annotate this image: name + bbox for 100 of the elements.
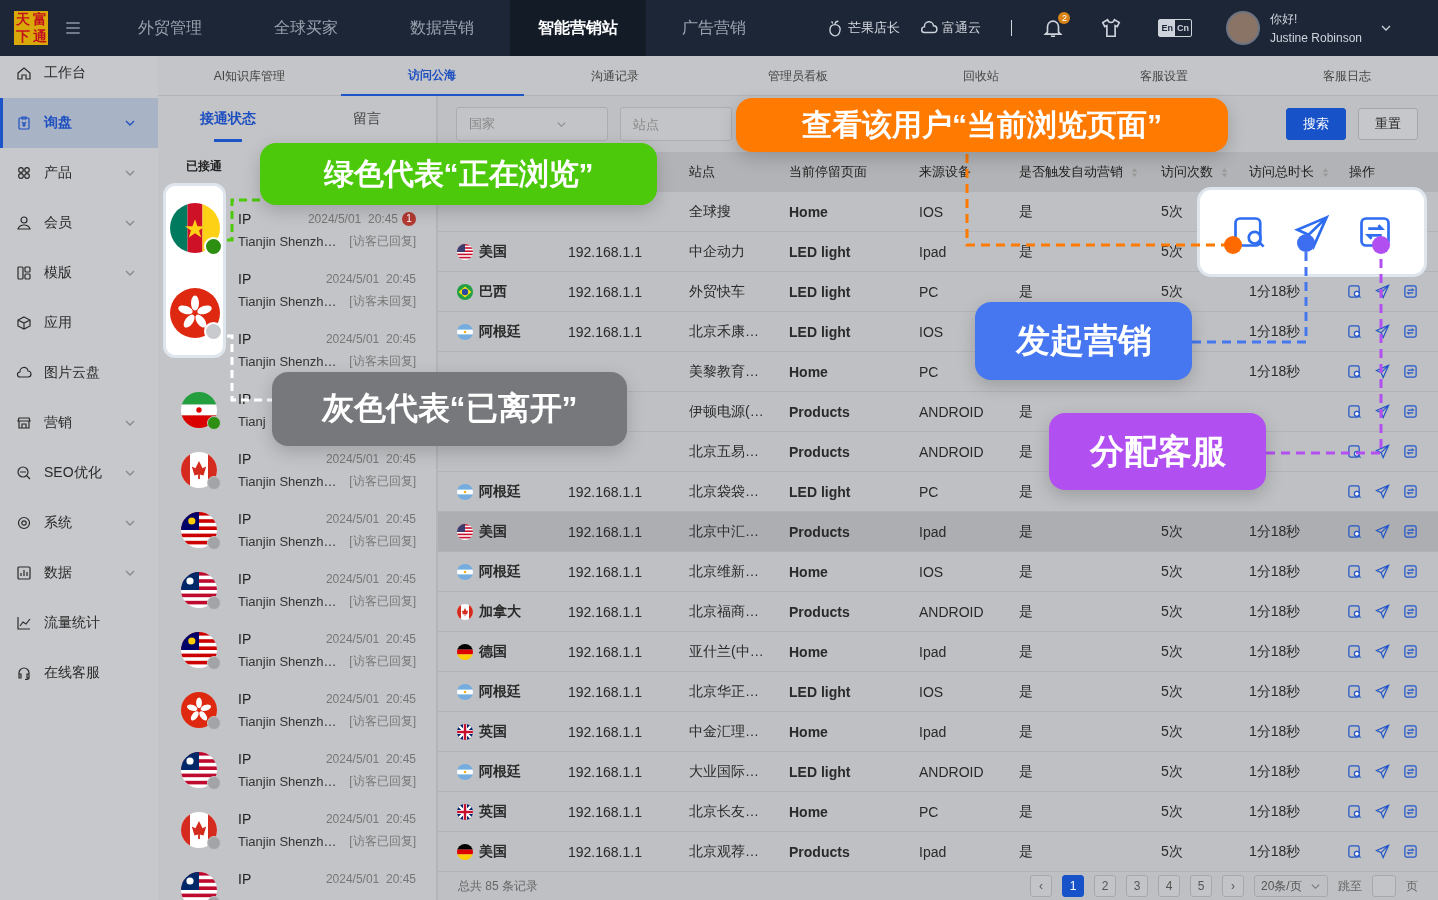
- search-icon[interactable]: [1347, 724, 1362, 739]
- transfer-icon[interactable]: [1403, 764, 1418, 779]
- paper-plane-icon[interactable]: [1375, 564, 1390, 579]
- sidebar-item[interactable]: 图片云盘: [0, 348, 158, 398]
- search-icon[interactable]: [1347, 284, 1362, 299]
- status-tab[interactable]: 接通状态: [158, 96, 297, 142]
- transfer-icon[interactable]: [1403, 604, 1418, 619]
- cloud-link[interactable]: 富通云: [920, 19, 982, 37]
- nav-tab[interactable]: 智能营销站: [510, 0, 646, 56]
- menu-icon[interactable]: [64, 19, 82, 37]
- search-icon[interactable]: [1347, 524, 1362, 539]
- sidebar-item[interactable]: 应用: [0, 298, 158, 348]
- paper-plane-icon[interactable]: [1375, 724, 1390, 739]
- paper-plane-icon[interactable]: [1375, 764, 1390, 779]
- table-row[interactable]: 美国 192.168.1.1 北京中汇… Products Ipad 是 5次 1分18秒: [438, 512, 1438, 552]
- paper-plane-icon[interactable]: [1375, 524, 1390, 539]
- transfer-icon[interactable]: [1403, 684, 1418, 699]
- nav-tab[interactable]: 数据营销: [374, 0, 510, 56]
- sidebar-item[interactable]: 数据: [0, 548, 158, 598]
- search-icon[interactable]: [1347, 564, 1362, 579]
- search-icon[interactable]: [1347, 844, 1362, 859]
- search-button[interactable]: 搜索: [1286, 108, 1346, 140]
- transfer-icon[interactable]: [1403, 324, 1418, 339]
- transfer-icon[interactable]: [1403, 284, 1418, 299]
- language-option[interactable]: En: [1159, 20, 1175, 36]
- transfer-icon[interactable]: [1403, 564, 1418, 579]
- paper-plane-icon[interactable]: [1375, 484, 1390, 499]
- reset-button[interactable]: 重置: [1358, 108, 1418, 140]
- table-row[interactable]: 英国 192.168.1.1 中金汇理… Home Ipad 是 5次 1分18秒: [438, 712, 1438, 752]
- next-page-button[interactable]: ›: [1222, 875, 1244, 897]
- page-button[interactable]: 1: [1062, 875, 1084, 897]
- user-icon: [16, 215, 32, 231]
- nav-tab[interactable]: 全球买家: [238, 0, 374, 56]
- page-button[interactable]: 5: [1190, 875, 1212, 897]
- sidebar-item[interactable]: 流量统计: [0, 598, 158, 648]
- table-row[interactable]: 阿根廷 192.168.1.1 北京华正… LED light IOS 是 5次 1分18秒: [438, 672, 1438, 712]
- nav-tab[interactable]: 外贸管理: [102, 0, 238, 56]
- bell-icon[interactable]: [1042, 17, 1065, 39]
- paper-plane-icon[interactable]: [1375, 804, 1390, 819]
- shirt-icon[interactable]: [1100, 17, 1123, 39]
- page-button[interactable]: 2: [1094, 875, 1116, 897]
- sidebar-item[interactable]: SEO优化: [0, 448, 158, 498]
- table-row[interactable]: 美国 192.168.1.1 北京观荐… Products Ipad 是 5次 1分18秒: [438, 832, 1438, 872]
- table-row[interactable]: 阿根廷 192.168.1.1 大业国际… LED light ANDROID 是 5次 1分18秒: [438, 752, 1438, 792]
- transfer-icon[interactable]: [1403, 804, 1418, 819]
- search-icon[interactable]: [1347, 404, 1362, 419]
- table-row[interactable]: 阿根廷 192.168.1.1 北京维新… Home IOS 是 5次 1分18秒: [438, 552, 1438, 592]
- sub-tab[interactable]: 管理员看板: [706, 56, 890, 96]
- transfer-icon[interactable]: [1403, 404, 1418, 419]
- sidebar-item[interactable]: 会员: [0, 198, 158, 248]
- paper-plane-icon[interactable]: [1375, 364, 1390, 379]
- paper-plane-icon[interactable]: [1375, 324, 1390, 339]
- search-icon[interactable]: [1347, 324, 1362, 339]
- sidebar-item[interactable]: 模版: [0, 248, 158, 298]
- search-icon[interactable]: [1347, 684, 1362, 699]
- language-option[interactable]: Cn: [1174, 20, 1191, 36]
- transfer-icon[interactable]: [1403, 844, 1418, 859]
- sub-tab[interactable]: 客服日志: [1255, 56, 1438, 96]
- transfer-icon[interactable]: [1403, 524, 1418, 539]
- sub-tab[interactable]: 沟通记录: [523, 56, 707, 96]
- search-icon[interactable]: [1347, 364, 1362, 379]
- page-button[interactable]: 4: [1158, 875, 1180, 897]
- nav-tab[interactable]: 广告营销: [646, 0, 782, 56]
- sidebar-item[interactable]: 工作台: [0, 56, 158, 90]
- search-icon[interactable]: [1347, 604, 1362, 619]
- search-icon[interactable]: [1347, 444, 1362, 459]
- paper-plane-icon[interactable]: [1375, 844, 1390, 859]
- search-icon[interactable]: [1347, 764, 1362, 779]
- paper-plane-icon[interactable]: [1375, 444, 1390, 459]
- table-row[interactable]: 德国 192.168.1.1 亚什兰(中… Home Ipad 是 5次 1分18秒: [438, 632, 1438, 672]
- transfer-icon[interactable]: [1403, 444, 1418, 459]
- paper-plane-icon[interactable]: [1375, 604, 1390, 619]
- sub-tab[interactable]: 回收站: [889, 56, 1073, 96]
- transfer-icon[interactable]: [1403, 724, 1418, 739]
- sidebar-item[interactable]: 系统: [0, 498, 158, 548]
- avatar[interactable]: [1225, 11, 1260, 45]
- sub-tab[interactable]: 客服设置: [1072, 56, 1256, 96]
- search-icon[interactable]: [1347, 804, 1362, 819]
- site-field[interactable]: 站点: [620, 107, 732, 141]
- sub-tab[interactable]: AI知识库管理: [158, 56, 341, 96]
- table-row[interactable]: 加拿大 192.168.1.1 北京福商… Products ANDROID 是 5次 1分18秒: [438, 592, 1438, 632]
- page-size-select[interactable]: 20条/页: [1254, 875, 1328, 897]
- sidebar-item[interactable]: 在线客服: [0, 648, 158, 698]
- status-tab[interactable]: 留言: [297, 96, 436, 142]
- search-icon[interactable]: [1347, 644, 1362, 659]
- paper-plane-icon[interactable]: [1375, 284, 1390, 299]
- transfer-icon[interactable]: [1403, 484, 1418, 499]
- shop-link[interactable]: 芒果店长: [826, 19, 901, 37]
- previous-page-button[interactable]: ‹: [1030, 875, 1052, 897]
- page-input[interactable]: [1372, 875, 1396, 897]
- page-button[interactable]: 3: [1126, 875, 1148, 897]
- paper-plane-icon[interactable]: [1375, 684, 1390, 699]
- paper-plane-icon[interactable]: [1375, 404, 1390, 419]
- transfer-icon[interactable]: [1403, 364, 1418, 379]
- sidebar-item[interactable]: 营销: [0, 398, 158, 448]
- transfer-icon[interactable]: [1403, 644, 1418, 659]
- sidebar-item[interactable]: 产品: [0, 148, 158, 198]
- search-icon[interactable]: [1347, 484, 1362, 499]
- table-row[interactable]: 英国 192.168.1.1 北京长友… Home PC 是 5次 1分18秒: [438, 792, 1438, 832]
- paper-plane-icon[interactable]: [1375, 644, 1390, 659]
